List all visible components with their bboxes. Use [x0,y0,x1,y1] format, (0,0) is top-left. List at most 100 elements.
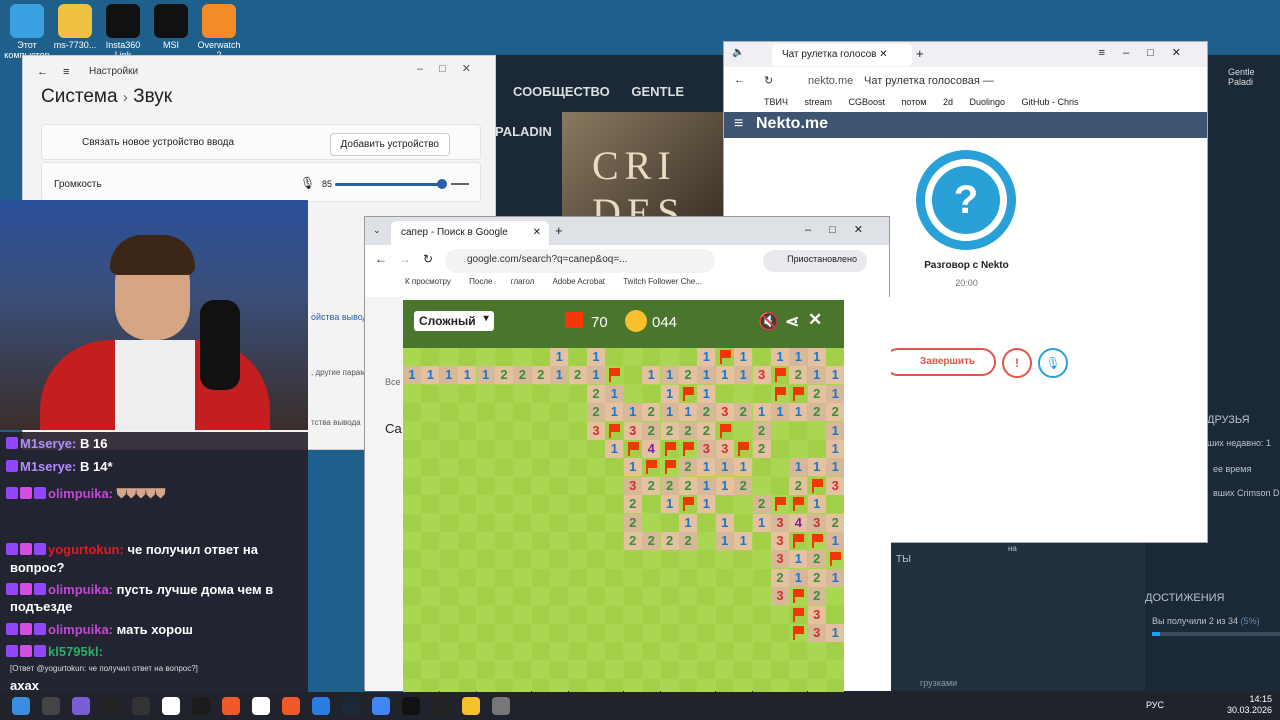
hidden-cell[interactable] [642,642,661,661]
back-arrow-icon[interactable]: ← [37,66,48,78]
flagged-cell[interactable] [734,440,753,458]
hidden-cell[interactable] [807,440,826,458]
hidden-cell[interactable] [550,642,569,661]
bookmark-item[interactable]: глагол [511,277,535,286]
hidden-cell[interactable] [587,476,605,495]
bookmark-item[interactable]: 2d [943,97,953,107]
hidden-cell[interactable] [458,384,477,403]
hidden-cell[interactable] [587,605,605,624]
hidden-cell[interactable] [495,440,513,458]
hidden-cell[interactable] [679,348,697,366]
flagged-cell[interactable] [605,366,624,385]
hidden-cell[interactable] [439,458,458,477]
hidden-cell[interactable] [587,550,605,569]
hidden-cell[interactable] [734,587,753,606]
hidden-cell[interactable] [826,587,845,606]
bookmark-item[interactable]: Adobe Acrobat [553,277,605,286]
result-title[interactable]: Са [385,421,402,436]
hidden-cell[interactable] [550,568,569,587]
hidden-cell[interactable] [734,421,753,440]
hidden-cell[interactable] [771,458,789,477]
hidden-cell[interactable] [439,642,458,661]
flagged-cell[interactable] [623,440,642,458]
hidden-cell[interactable] [660,513,679,532]
app-icon[interactable] [102,697,120,715]
hidden-cell[interactable] [550,476,569,495]
hidden-cell[interactable] [403,660,421,679]
hidden-cell[interactable] [623,348,642,366]
address-bar[interactable]: google.com/search?q=сапер&oq=... [445,249,715,273]
hidden-cell[interactable] [789,421,808,440]
hidden-cell[interactable] [605,458,624,477]
hidden-cell[interactable] [458,476,477,495]
hidden-cell[interactable] [421,403,440,422]
hidden-cell[interactable] [587,568,605,587]
start-icon[interactable] [12,697,30,715]
hidden-cell[interactable] [421,440,440,458]
bookmark-item[interactable]: Twitch Follower Che... [623,277,702,286]
hidden-cell[interactable] [403,421,421,440]
hidden-cell[interactable] [568,421,587,440]
flagged-cell[interactable] [771,495,789,514]
hidden-cell[interactable] [752,348,771,366]
hidden-cell[interactable] [513,568,532,587]
hidden-cell[interactable] [439,384,458,403]
hidden-cell[interactable] [568,440,587,458]
hidden-cell[interactable] [421,642,440,661]
hidden-cell[interactable] [623,366,642,385]
hidden-cell[interactable] [623,550,642,569]
hidden-cell[interactable] [476,495,495,514]
hidden-cell[interactable] [697,568,716,587]
url-text[interactable]: nekto.me [808,75,853,87]
hidden-cell[interactable] [605,568,624,587]
hidden-cell[interactable] [605,660,624,679]
hidden-cell[interactable] [531,495,550,514]
flagged-cell[interactable] [660,440,679,458]
hidden-cell[interactable] [550,550,569,569]
hidden-cell[interactable] [605,642,624,661]
desktop-icon[interactable]: MSI [148,4,194,50]
hidden-cell[interactable] [568,513,587,532]
hidden-cell[interactable] [458,421,477,440]
tab-google[interactable]: сапер - Поиск в Google ✕ [391,221,549,245]
app-icon[interactable] [282,697,300,715]
hidden-cell[interactable] [458,624,477,642]
hidden-cell[interactable] [550,532,569,550]
hidden-cell[interactable] [697,550,716,569]
app-icon[interactable] [312,697,330,715]
hidden-cell[interactable] [605,587,624,606]
bookmark-item[interactable]: stream [804,97,832,107]
hidden-cell[interactable] [550,403,569,422]
hidden-cell[interactable] [623,642,642,661]
hidden-cell[interactable] [458,642,477,661]
hidden-cell[interactable] [642,660,661,679]
hidden-cell[interactable] [458,568,477,587]
hidden-cell[interactable] [495,421,513,440]
hidden-cell[interactable] [458,660,477,679]
hidden-cell[interactable] [679,587,697,606]
tab-search-icon[interactable]: ⌄ [373,225,381,236]
flagged-cell[interactable] [660,458,679,477]
hidden-cell[interactable] [495,550,513,569]
flagged-cell[interactable] [605,421,624,440]
hidden-cell[interactable] [531,605,550,624]
hidden-cell[interactable] [403,513,421,532]
hidden-cell[interactable] [458,605,477,624]
hidden-cell[interactable] [531,458,550,477]
reload-icon[interactable]: ↻ [423,252,433,266]
slider-thumb[interactable] [437,179,447,189]
hidden-cell[interactable] [439,476,458,495]
terminal-icon[interactable] [432,697,450,715]
hidden-cell[interactable] [715,550,734,569]
hidden-cell[interactable] [660,624,679,642]
hidden-cell[interactable] [568,532,587,550]
hidden-cell[interactable] [642,384,661,403]
hidden-cell[interactable] [752,458,771,477]
hidden-cell[interactable] [513,384,532,403]
hidden-cell[interactable] [789,660,808,679]
hidden-cell[interactable] [605,605,624,624]
hidden-cell[interactable] [826,660,845,679]
hidden-cell[interactable] [587,587,605,606]
hidden-cell[interactable] [642,348,661,366]
flagged-cell[interactable] [807,476,826,495]
